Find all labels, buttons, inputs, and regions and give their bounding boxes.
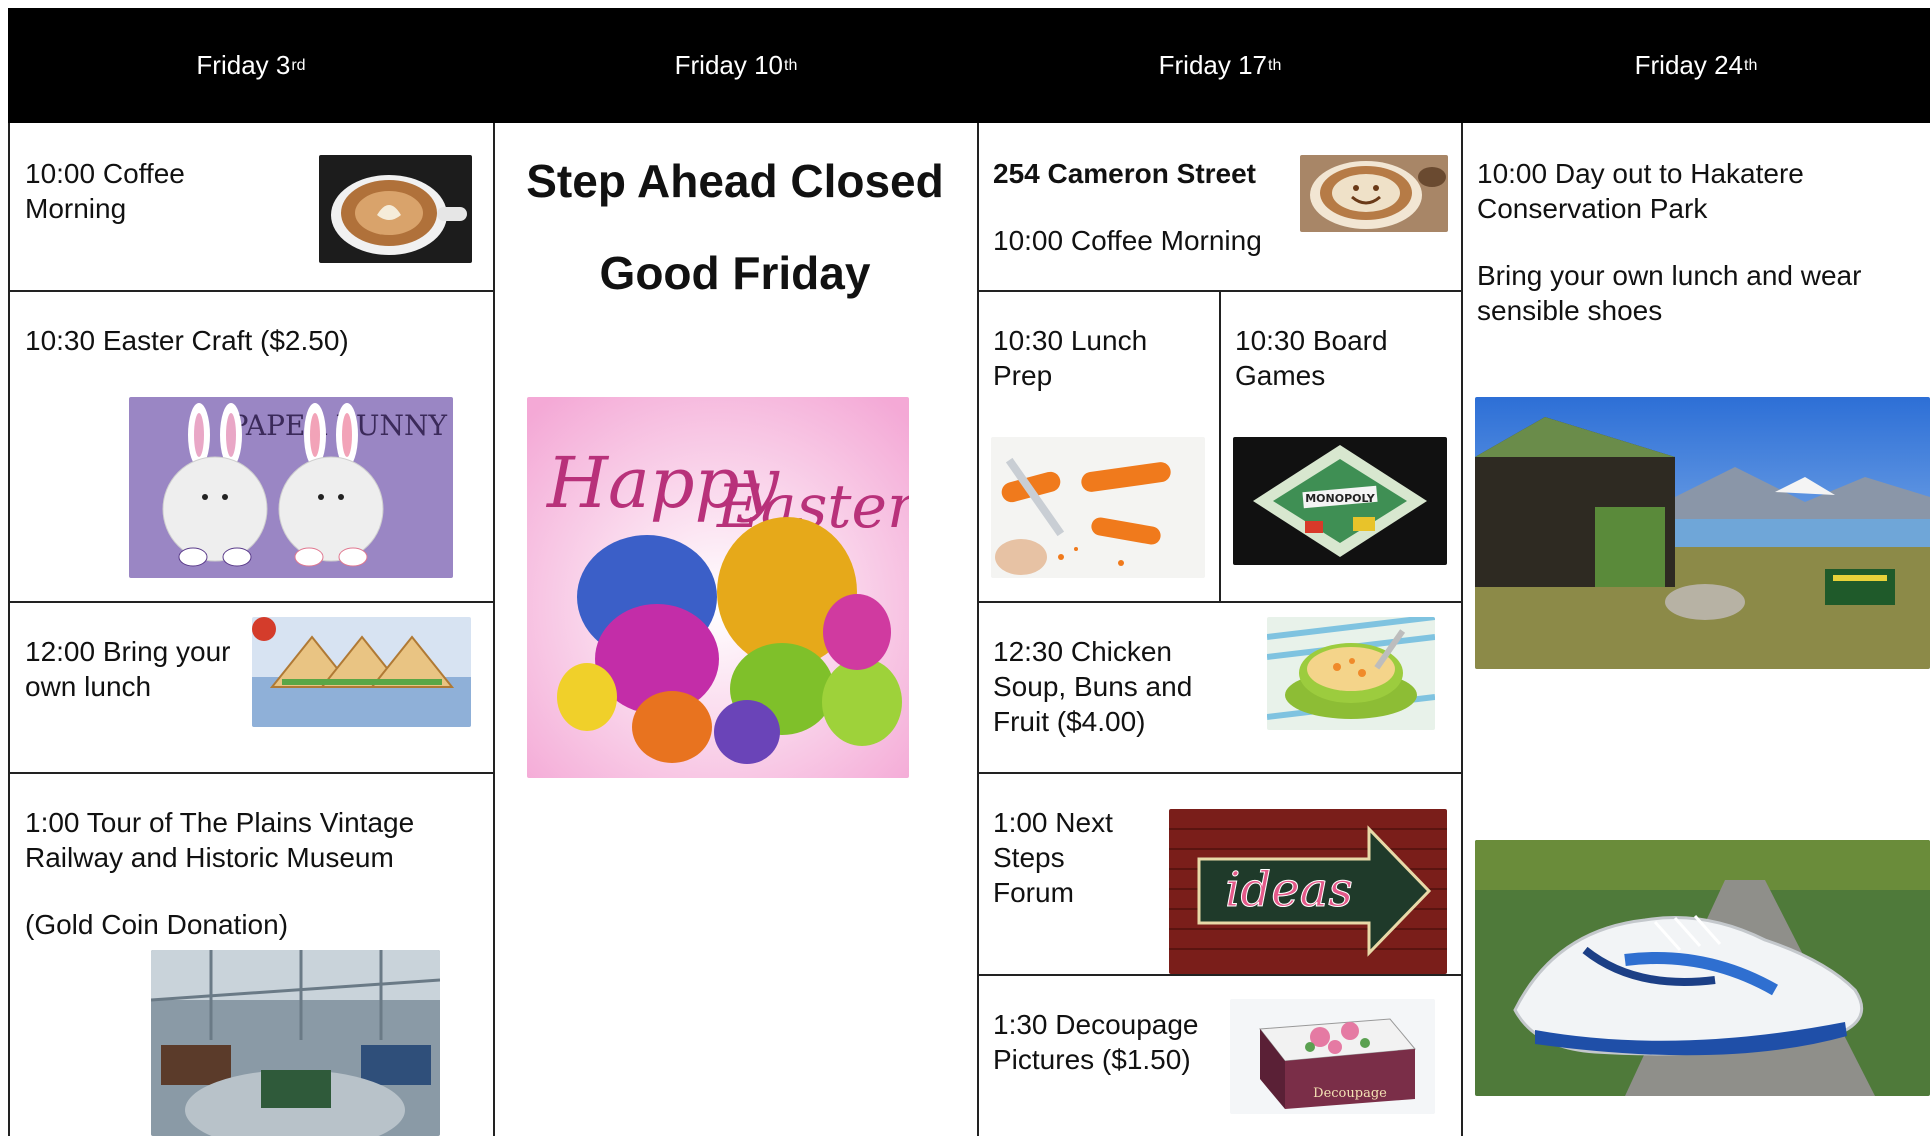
event-address: 254 Cameron Street [993,158,1257,189]
grid-line [1461,123,1463,1136]
paper-bunny-image: PAPER BUNNY [129,397,453,578]
monopoly-image: MONOPOLY [1233,437,1447,565]
event-coffee-morning-2: 10:00 Coffee Morning [993,225,1262,256]
grid-line [493,123,495,1136]
good-friday-heading: Good Friday [599,247,871,299]
event-coffee-morning: 10:00 Coffee Morning [25,158,185,224]
grid-line [977,601,1462,603]
soup-image [1267,617,1435,730]
event-bring-lunch-note: Bring your own lunch and wear sensible s… [1477,260,1862,326]
event-decoupage: 1:30 Decoupage Pictures ($1.50) [993,1009,1199,1075]
coffee-art-image [319,155,472,263]
event-next-steps-forum: 1:00 Next Steps Forum [993,807,1113,908]
smiley-coffee-image [1300,155,1448,232]
grid-line [8,123,10,1136]
decoupage-box-text: Decoupage [1313,1086,1387,1101]
event-day-out: 10:00 Day out to Hakatere Conservation P… [1477,158,1804,224]
sandwich-image [252,617,471,727]
running-shoe-image [1475,840,1930,1096]
carrots-image [991,437,1205,578]
calendar-page: Friday 3rd Friday 10th Friday 17th Frida… [0,0,1930,1136]
grid-line [977,123,979,1136]
grid-line [1219,290,1221,602]
event-chicken-soup: 12:30 Chicken Soup, Buns and Fruit ($4.0… [993,636,1193,737]
ideas-text: ideas [1225,862,1353,918]
header-day-2: Friday 10th [674,50,798,80]
closed-heading: Step Ahead Closed [526,155,944,207]
grid-line [977,772,1462,774]
header-day-1: Friday 3rd [196,50,306,80]
ideas-sign-image: ideas [1169,809,1447,974]
conservation-park-image [1475,397,1930,669]
grid-line [977,974,1462,976]
railway-museum-image [151,950,440,1136]
grid-line [8,601,494,603]
grid-line [8,290,494,292]
event-easter-craft: 10:30 Easter Craft ($2.50) [25,325,349,356]
event-lunch-prep: 10:30 Lunch Prep [993,325,1148,391]
header-bar: Friday 3rd Friday 10th Friday 17th Frida… [8,8,1930,123]
event-bring-lunch: 12:00 Bring your own lunch [25,636,231,702]
event-board-games: 10:30 Board Games [1235,325,1388,391]
event-donation-note: (Gold Coin Donation) [25,909,289,940]
decoupage-box-image: Decoupage [1230,999,1435,1114]
monopoly-text: MONOPOLY [1305,492,1376,505]
event-railway-tour: 1:00 Tour of The Plains Vintage Railway … [25,807,415,873]
happy-easter-image: Happy Easter [527,397,909,778]
grid-line [8,772,494,774]
header-day-4: Friday 24th [1634,50,1758,80]
header-day-3: Friday 17th [1158,50,1282,80]
grid-line [977,290,1462,292]
